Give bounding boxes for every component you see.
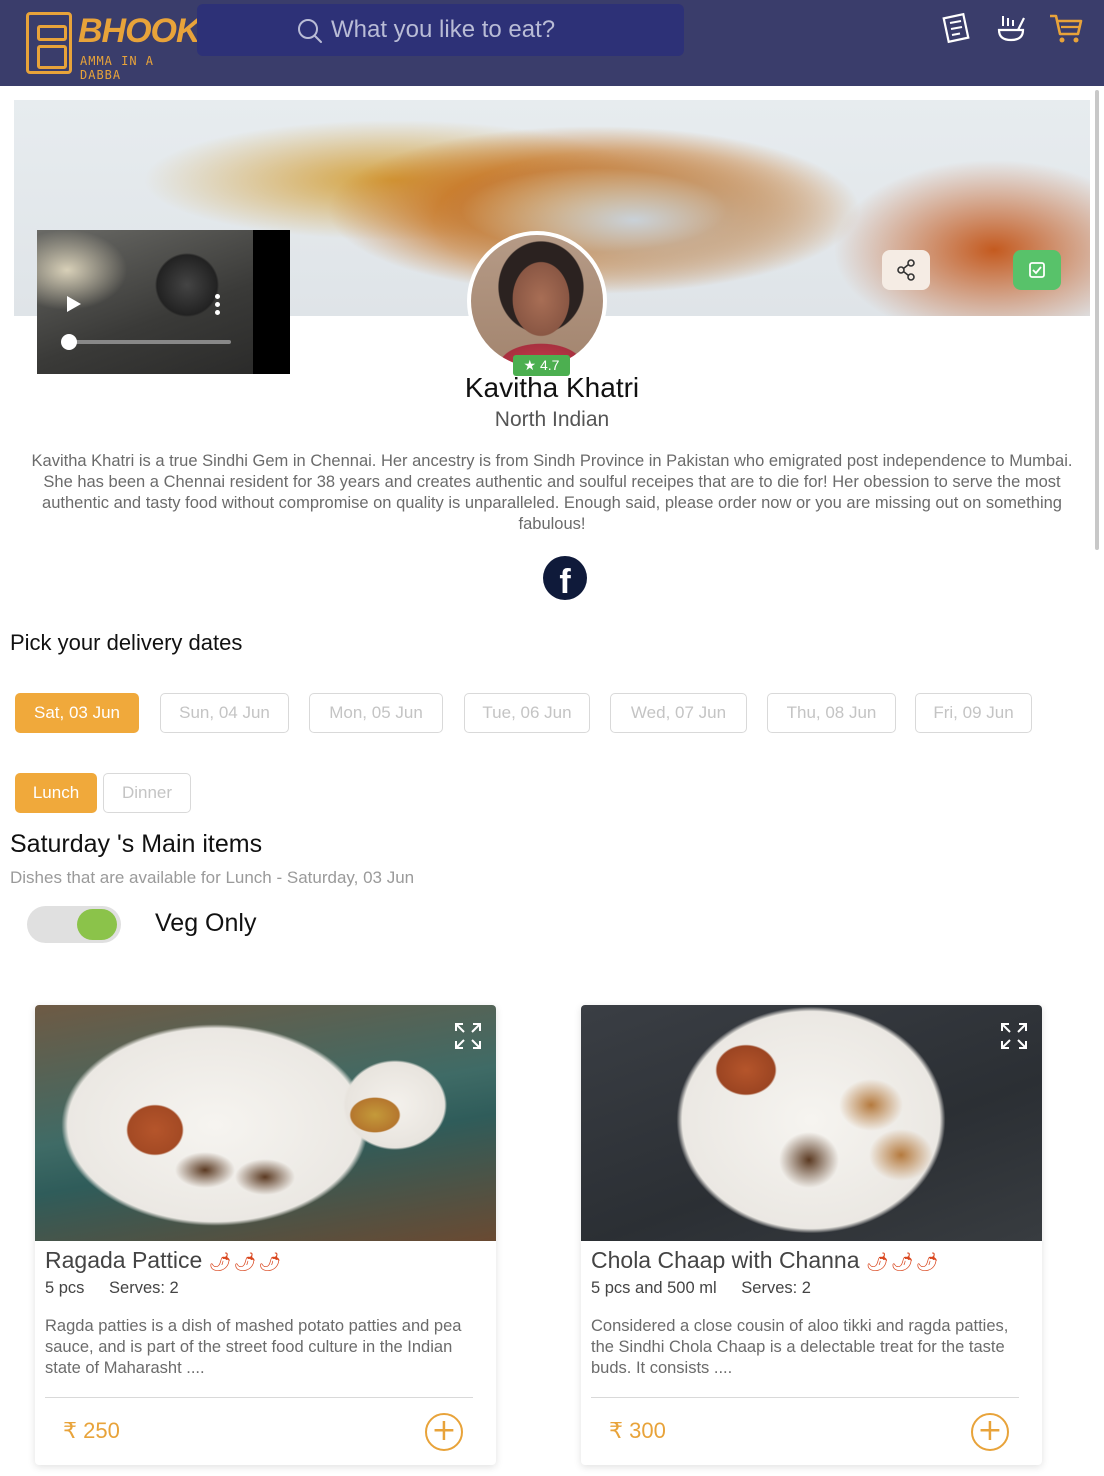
card-divider bbox=[591, 1397, 1019, 1398]
chef-name: Kavitha Khatri bbox=[464, 372, 640, 403]
chili-spice-icon: 🌶🌶🌶 bbox=[208, 1252, 284, 1272]
dabba-logo-icon bbox=[26, 12, 72, 74]
plus-icon: + bbox=[431, 1413, 457, 1448]
search-icon bbox=[298, 19, 322, 43]
date-button[interactable]: Thu, 08 Jun bbox=[767, 693, 896, 733]
expand-icon[interactable] bbox=[999, 1021, 1029, 1051]
veg-only-toggle[interactable] bbox=[27, 906, 121, 943]
dish-card[interactable]: Chola Chaap with Channa 🌶🌶🌶 5 pcs and 50… bbox=[581, 1005, 1042, 1465]
dish-name: Chola Chaap with Channa 🌶🌶🌶 bbox=[591, 1247, 941, 1273]
menu-card-icon[interactable] bbox=[938, 10, 974, 46]
video-seek-bar[interactable] bbox=[67, 340, 231, 344]
rating-value: 4.7 bbox=[539, 357, 560, 373]
dish-meta: 5 pcs and 500 ml Serves: 2 bbox=[591, 1279, 831, 1298]
chef-cuisine: North Indian bbox=[494, 408, 610, 431]
brand-logo[interactable]: BHOOKLE AMMA IN A DABBA bbox=[26, 8, 242, 82]
play-icon[interactable] bbox=[67, 296, 81, 312]
plus-icon: + bbox=[977, 1413, 1003, 1448]
page-scrollbar[interactable] bbox=[1095, 90, 1099, 550]
chef-video-player[interactable] bbox=[37, 230, 290, 374]
meal-lunch-button[interactable]: Lunch bbox=[15, 773, 97, 813]
date-button[interactable]: Fri, 09 Jun bbox=[915, 693, 1032, 733]
dish-image[interactable] bbox=[581, 1005, 1042, 1241]
dish-price: ₹ 250 bbox=[63, 1418, 120, 1443]
dish-name: Ragada Pattice 🌶🌶🌶 bbox=[45, 1247, 284, 1273]
dish-card[interactable]: Ragada Pattice 🌶🌶🌶 5 pcs Serves: 2 Ragda… bbox=[35, 1005, 496, 1465]
share-icon bbox=[897, 259, 915, 281]
dish-description: Ragda patties is a dish of mashed potato… bbox=[45, 1317, 462, 1377]
search-input[interactable] bbox=[331, 12, 671, 48]
main-items-subtitle: Dishes that are available for Lunch - Sa… bbox=[10, 868, 415, 887]
dish-quantity: 5 pcs and 500 ml bbox=[591, 1279, 717, 1297]
cart-icon[interactable] bbox=[1048, 10, 1084, 46]
dish-serves: Serves: 2 bbox=[109, 1279, 179, 1297]
chef-hat-icon[interactable] bbox=[993, 10, 1029, 46]
card-divider bbox=[45, 1397, 473, 1398]
add-to-cart-button[interactable]: + bbox=[425, 1413, 463, 1451]
date-button[interactable]: Tue, 06 Jun bbox=[464, 693, 590, 733]
date-button[interactable]: Sun, 04 Jun bbox=[160, 693, 289, 733]
chef-bio: Kavitha Khatri is a true Sindhi Gem in C… bbox=[31, 452, 1073, 533]
top-header: BHOOKLE AMMA IN A DABBA bbox=[0, 0, 1104, 86]
dish-description: Considered a close cousin of aloo tikki … bbox=[591, 1317, 1009, 1377]
delivery-dates-title: Pick your delivery dates bbox=[10, 630, 243, 655]
date-button[interactable]: Wed, 07 Jun bbox=[610, 693, 747, 733]
checkbox-icon bbox=[1029, 262, 1045, 278]
share-button[interactable] bbox=[882, 250, 930, 290]
video-seek-handle[interactable] bbox=[61, 334, 77, 350]
meal-dinner-button[interactable]: Dinner bbox=[103, 773, 191, 813]
toggle-knob bbox=[77, 909, 117, 940]
veg-only-label: Veg Only bbox=[155, 909, 257, 937]
chef-avatar bbox=[467, 231, 607, 371]
dish-meta: 5 pcs Serves: 2 bbox=[45, 1279, 199, 1298]
save-chef-button[interactable] bbox=[1013, 250, 1061, 290]
search-bar[interactable] bbox=[197, 4, 684, 56]
dish-image[interactable] bbox=[35, 1005, 496, 1241]
chili-spice-icon: 🌶🌶🌶 bbox=[865, 1252, 941, 1272]
dish-serves: Serves: 2 bbox=[741, 1279, 811, 1297]
main-items-title: Saturday 's Main items bbox=[10, 830, 263, 858]
facebook-icon[interactable]: f bbox=[543, 556, 587, 600]
date-button[interactable]: Mon, 05 Jun bbox=[309, 693, 443, 733]
add-to-cart-button[interactable]: + bbox=[971, 1413, 1009, 1451]
expand-icon[interactable] bbox=[453, 1021, 483, 1051]
brand-tagline: AMMA IN A DABBA bbox=[80, 54, 155, 82]
dish-price: ₹ 300 bbox=[609, 1418, 666, 1443]
more-options-icon[interactable] bbox=[215, 294, 221, 316]
date-button[interactable]: Sat, 03 Jun bbox=[15, 693, 139, 733]
dish-quantity: 5 pcs bbox=[45, 1279, 85, 1297]
